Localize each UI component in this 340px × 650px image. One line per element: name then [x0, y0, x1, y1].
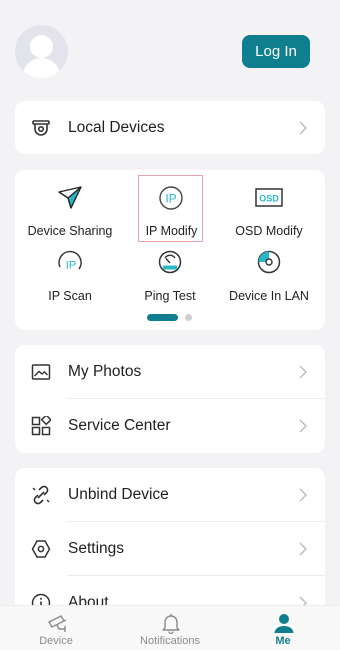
broken-link-icon	[32, 485, 50, 505]
menu-item-settings[interactable]: Settings	[15, 522, 325, 576]
menu-item-label: My Photos	[68, 363, 142, 380]
cctv-camera-icon	[48, 615, 67, 632]
avatar[interactable]	[15, 25, 68, 78]
tool-label: IP Scan	[48, 289, 92, 303]
chevron-right-icon	[299, 365, 307, 379]
chevron-right-icon	[299, 488, 307, 502]
tool-device-in-lan[interactable]: Device In LAN	[219, 245, 319, 307]
pager-dot-active[interactable]	[147, 314, 178, 321]
tool-ping-test[interactable]: Ping Test	[120, 245, 220, 307]
pager-dots	[147, 314, 197, 322]
speedometer-icon	[158, 250, 182, 274]
nav-label: Notifications	[140, 635, 200, 647]
me-screen: Log In Local Devices Device Sharing IP I…	[0, 0, 340, 650]
menu-item-label: Settings	[68, 540, 125, 557]
avatar-head-shape	[30, 35, 53, 58]
nav-tab-me[interactable]: Me	[233, 606, 333, 650]
paper-plane-icon	[58, 186, 82, 209]
menu-item-label: Service Center	[68, 417, 171, 434]
tool-label: Device Sharing	[27, 224, 113, 238]
menu-item-unbind-device[interactable]: Unbind Device	[15, 468, 325, 522]
chevron-right-icon	[299, 419, 307, 433]
ip-circle-icon: IP	[159, 186, 183, 210]
tool-osd-modify[interactable]: OSD OSD Modify	[219, 180, 319, 242]
svg-text:IP: IP	[66, 260, 76, 272]
avatar-body-shape	[23, 58, 60, 78]
tool-label: OSD Modify	[235, 224, 303, 238]
pager-dot[interactable]	[185, 314, 192, 321]
nav-tab-notifications[interactable]: Notifications	[120, 606, 220, 650]
radar-icon	[257, 250, 281, 274]
person-icon	[274, 614, 294, 633]
nav-label: Me	[275, 635, 291, 647]
tool-label: Device In LAN	[229, 289, 309, 303]
osd-box-icon: OSD	[255, 188, 283, 207]
svg-text:OSD: OSD	[259, 194, 279, 204]
tool-ip-scan[interactable]: IP IP Scan	[20, 245, 120, 307]
tool-ip-modify[interactable]: IP IP Modify	[138, 175, 203, 242]
tool-device-sharing[interactable]: Device Sharing	[20, 180, 120, 242]
camera-icon	[32, 120, 50, 136]
local-devices-row[interactable]: Local Devices	[15, 101, 325, 155]
tool-label: IP Modify	[145, 224, 198, 238]
menu-item-label: Unbind Device	[68, 486, 169, 503]
login-button[interactable]: Log In	[242, 35, 310, 68]
photo-icon	[31, 364, 51, 380]
chevron-right-icon	[299, 121, 307, 135]
tool-label: Ping Test	[144, 289, 196, 303]
local-devices-label: Local Devices	[68, 119, 165, 136]
local-devices-card: Local Devices	[15, 101, 325, 154]
menu-group-1-card: My Photos Service Center	[15, 345, 325, 453]
bell-icon	[162, 614, 180, 634]
grid-apps-icon	[31, 416, 51, 436]
ip-scan-icon: IP	[58, 250, 82, 272]
menu-item-my-photos[interactable]: My Photos	[15, 345, 325, 399]
tools-card: Device Sharing IP IP Modify OSD OSD Modi…	[15, 170, 325, 330]
svg-text:IP: IP	[165, 192, 176, 206]
bottom-nav: Device Notifications Me	[0, 605, 340, 650]
menu-item-service-center[interactable]: Service Center	[15, 399, 325, 453]
chevron-right-icon	[299, 542, 307, 556]
nav-label: Device	[39, 635, 73, 647]
nav-tab-device[interactable]: Device	[6, 606, 106, 650]
hexagon-settings-icon	[31, 540, 51, 558]
